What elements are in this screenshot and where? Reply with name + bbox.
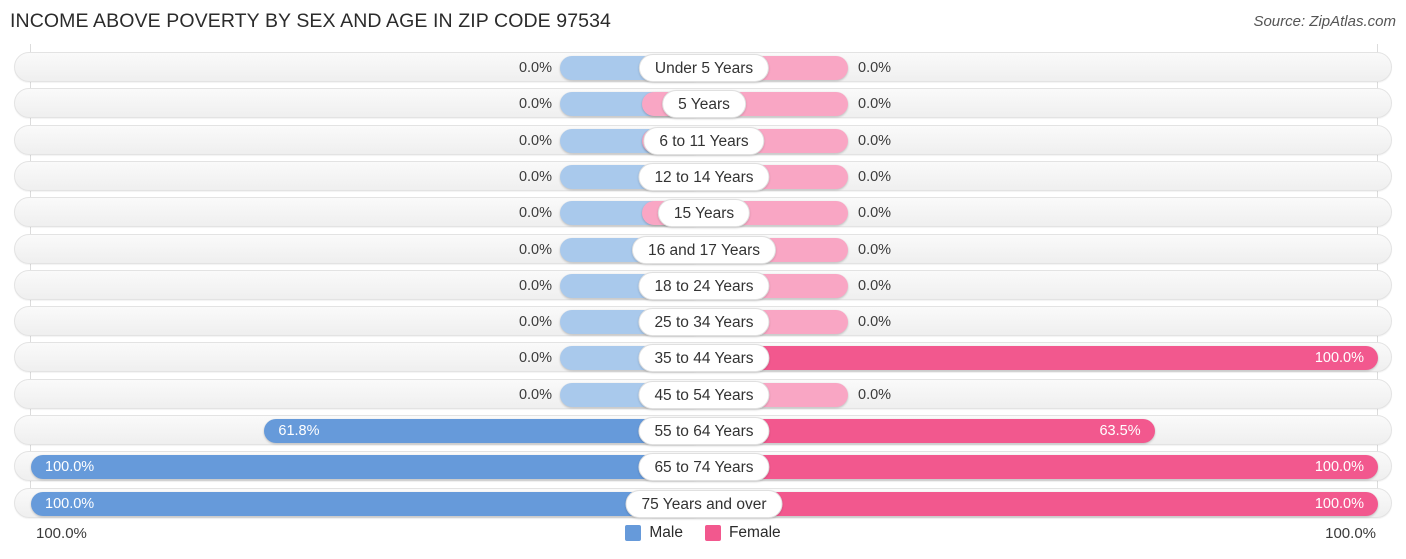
category-label: 12 to 14 Years <box>638 162 770 191</box>
category-label: Under 5 Years <box>638 54 770 82</box>
bar-value-male: 100.0% <box>45 459 95 476</box>
category-label: 45 to 54 Years <box>638 380 770 409</box>
bar-value-male: 0.0% <box>518 168 552 185</box>
bar-value-female: 0.0% <box>858 386 892 403</box>
bar-value-female: 0.0% <box>858 132 892 149</box>
bar-value-male: 0.0% <box>518 386 552 403</box>
bar-value-female: 0.0% <box>858 241 892 258</box>
table-row: 0.0% 0.0% 15 Years <box>14 197 1392 228</box>
bar-value-male: 0.0% <box>518 96 552 113</box>
table-row: 0.0% 0.0% 45 to 54 Years <box>14 378 1392 409</box>
category-label: 6 to 11 Years <box>643 126 765 155</box>
table-row: 100.0% 100.0% 75 Years and over <box>14 487 1392 518</box>
bar-value-female: 100.0% <box>1314 495 1364 512</box>
category-label: 25 to 34 Years <box>638 308 770 337</box>
chart-footer: 100.0% 100.0% Male Female <box>0 519 1406 559</box>
bar-value-female: 63.5% <box>1099 423 1141 439</box>
legend-label-female: Female <box>728 524 781 541</box>
bar-value-male: 0.0% <box>518 241 552 258</box>
bar-value-male: 0.0% <box>518 314 552 331</box>
bar-value-female: 0.0% <box>858 168 892 185</box>
table-row: 0.0% 0.0% 12 to 14 Years <box>14 160 1392 191</box>
legend-swatch-female-icon <box>704 525 721 541</box>
bar-value-female: 0.0% <box>858 205 892 222</box>
chart-header: INCOME ABOVE POVERTY BY SEX AND AGE IN Z… <box>0 0 1406 44</box>
table-row: 0.0% 0.0% Under 5 Years <box>14 52 1392 82</box>
chart-legend: Male Female <box>0 524 1406 542</box>
legend-item-male[interactable]: Male <box>625 524 683 542</box>
bar-value-male: 100.0% <box>45 495 95 512</box>
page-title: INCOME ABOVE POVERTY BY SEX AND AGE IN Z… <box>10 10 612 32</box>
bar-value-male: 0.0% <box>518 277 552 294</box>
bar-value-male: 0.0% <box>518 132 552 149</box>
bar-value-female: 100.0% <box>1314 350 1364 367</box>
table-row: 100.0% 100.0% 65 to 74 Years <box>14 451 1392 482</box>
table-row: 61.8% 63.5% 55 to 64 Years <box>14 415 1392 445</box>
bar-value-male: 0.0% <box>518 205 552 222</box>
category-label: 16 and 17 Years <box>631 235 777 264</box>
category-label: 35 to 44 Years <box>638 344 770 373</box>
table-row: 0.0% 0.0% 18 to 24 Years <box>14 269 1392 300</box>
bar-value-female: 0.0% <box>858 96 892 113</box>
bar-value-female: 0.0% <box>858 60 892 76</box>
table-row: 0.0% 0.0% 16 and 17 Years <box>14 233 1392 264</box>
category-label: 18 to 24 Years <box>638 271 770 300</box>
table-row: 0.0% 0.0% 25 to 34 Years <box>14 306 1392 337</box>
source-attribution: Source: ZipAtlas.com <box>1253 13 1396 30</box>
table-row: 100.0% 0.0% 35 to 44 Years <box>14 342 1392 373</box>
legend-item-female[interactable]: Female <box>704 524 781 542</box>
bar-value-male: 61.8% <box>278 423 320 439</box>
chart-plot-area: 0.0% 0.0% Under 5 Years 0.0% 0.0% 5 Years 0.0%… <box>0 44 1406 519</box>
category-label: 15 Years <box>657 199 751 228</box>
bar-male[interactable]: 100.0% <box>31 491 704 516</box>
chart-page: INCOME ABOVE POVERTY BY SEX AND AGE IN Z… <box>0 0 1406 559</box>
table-row: 0.0% 0.0% 6 to 11 Years <box>14 124 1392 155</box>
bar-value-female: 0.0% <box>858 314 892 331</box>
bar-value-female: 0.0% <box>858 277 892 294</box>
category-label: 5 Years <box>662 90 746 119</box>
category-label: 65 to 74 Years <box>638 453 770 482</box>
category-label: 55 to 64 Years <box>638 417 770 445</box>
bar-value-male: 0.0% <box>518 350 552 367</box>
legend-swatch-male-icon <box>625 525 642 541</box>
table-row: 0.0% 0.0% 5 Years <box>14 88 1392 119</box>
legend-label-male: Male <box>649 524 683 541</box>
bar-value-male: 0.0% <box>518 60 552 76</box>
bar-value-female: 100.0% <box>1314 459 1364 476</box>
category-label: 75 Years and over <box>625 489 783 518</box>
bar-male[interactable]: 100.0% <box>31 455 704 480</box>
